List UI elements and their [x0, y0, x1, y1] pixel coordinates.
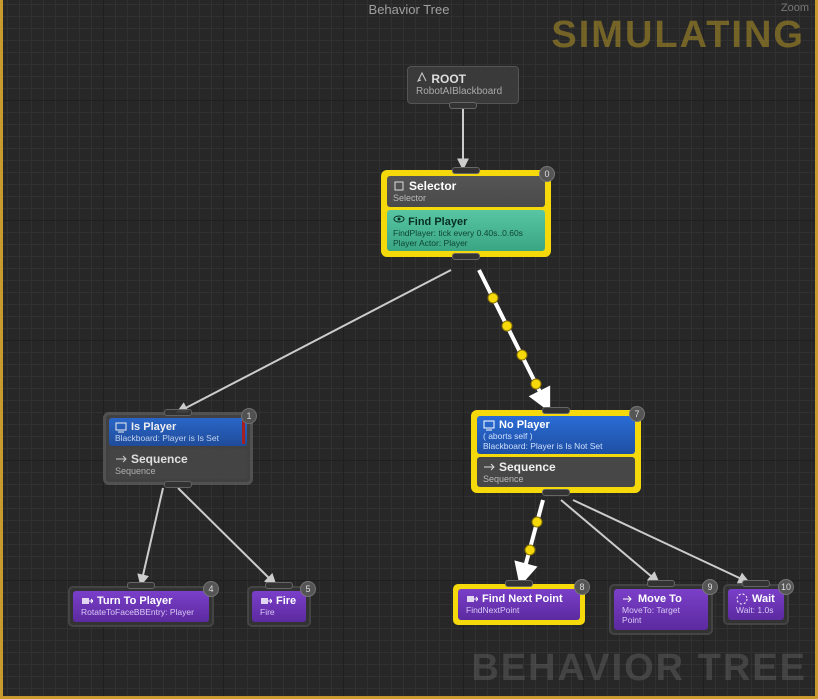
selector-sub: Selector	[393, 193, 539, 203]
selector-node[interactable]: 0 Selector Selector Find Player FindPlay…	[381, 170, 551, 257]
move-to-task[interactable]: 9 Move To MoveTo: Target Point	[609, 584, 713, 635]
selector-icon	[393, 180, 405, 192]
node-index: 5	[300, 581, 316, 597]
root-subtitle: RobotAIBlackboard	[416, 86, 510, 97]
node-index: 10	[778, 579, 794, 595]
panel-title: Behavior Tree	[369, 2, 450, 17]
selector-title: Selector	[393, 179, 539, 193]
is-player-node[interactable]: 1 Is Player Blackboard: Player is Is Set…	[103, 412, 253, 485]
task-icon	[466, 593, 478, 605]
node-index: 0	[539, 166, 555, 182]
root-node[interactable]: ROOT RobotAIBlackboard	[407, 66, 519, 104]
root-title: ROOT	[416, 71, 510, 86]
is-player-decorator[interactable]: Is Player Blackboard: Player is Is Set	[109, 418, 247, 446]
task-icon	[260, 595, 272, 607]
blackboard-icon	[115, 421, 127, 433]
find-player-service[interactable]: Find Player FindPlayer: tick every 0.40s…	[387, 210, 545, 251]
wait-icon	[736, 593, 748, 605]
node-index: 1	[241, 408, 257, 424]
node-index: 9	[702, 579, 718, 595]
no-player-decorator[interactable]: No Player ( aborts self ) Blackboard: Pl…	[477, 416, 635, 454]
fire-task[interactable]: 5 Fire Fire	[247, 586, 311, 627]
behavior-tree-canvas[interactable]: Behavior Tree Zoom SIMULATING BEHAVIOR T…	[0, 0, 818, 699]
node-index: 4	[203, 581, 219, 597]
move-icon	[622, 593, 634, 605]
sequence-icon	[115, 453, 127, 465]
blackboard-icon	[483, 419, 495, 431]
root-icon	[416, 71, 428, 83]
task-icon	[81, 595, 93, 607]
watermark-label: BEHAVIOR TREE	[471, 647, 807, 690]
sequence-title: Sequence	[115, 452, 241, 466]
zoom-label: Zoom	[781, 2, 809, 14]
find-next-point-task[interactable]: 8 Find Next Point FindNextPoint	[453, 584, 585, 625]
simulating-label: SIMULATING	[551, 14, 805, 57]
eye-icon	[393, 213, 405, 225]
node-index: 7	[629, 406, 645, 422]
sequence-icon	[483, 461, 495, 473]
sequence-title: Sequence	[483, 460, 629, 474]
node-index: 8	[574, 579, 590, 595]
wait-task[interactable]: 10 Wait Wait: 1.0s	[723, 584, 789, 625]
no-player-node[interactable]: 7 No Player ( aborts self ) Blackboard: …	[471, 410, 641, 493]
turn-to-player-task[interactable]: 4 Turn To Player RotateToFaceBBEntry: Pl…	[68, 586, 214, 627]
